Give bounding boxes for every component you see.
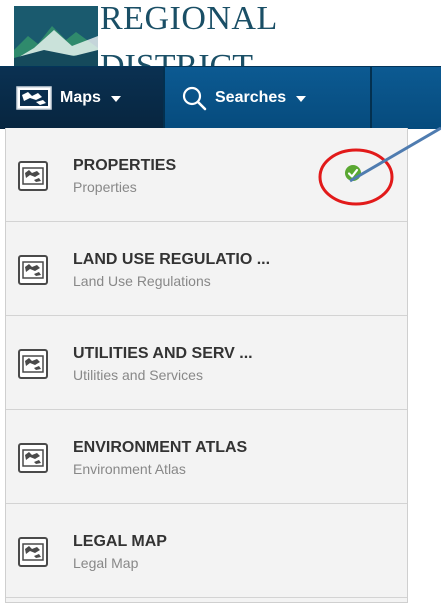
map-subtitle: Properties — [73, 179, 137, 195]
chevron-down-icon — [296, 96, 307, 102]
map-subtitle: Land Use Regulations — [73, 273, 211, 289]
map-title: ENVIRONMENT ATLAS — [73, 439, 248, 456]
maps-menu-button[interactable]: Maps — [0, 67, 163, 129]
map-icon — [18, 255, 48, 285]
map-icon — [18, 161, 48, 191]
map-icon — [18, 443, 48, 473]
chevron-down-icon — [110, 96, 121, 102]
map-subtitle: Environment Atlas — [73, 461, 186, 477]
searches-menu-button[interactable]: Searches — [165, 67, 370, 129]
map-list-item-land-use[interactable]: LAND USE REGULATIO ... Land Use Regulati… — [6, 222, 407, 316]
map-list-item-environment-atlas[interactable]: ENVIRONMENT ATLAS Environment Atlas — [6, 410, 407, 504]
map-subtitle: Legal Map — [73, 555, 139, 571]
logo-title: REGIONAL — [100, 0, 278, 37]
map-icon — [18, 537, 48, 567]
map-title: UTILITIES AND SERV ... — [73, 345, 253, 362]
nav-divider — [370, 67, 372, 129]
logo-subtitle-text: DISTRICT — [100, 50, 253, 67]
map-list-item-legal-map[interactable]: LEGAL MAP Legal Map — [6, 504, 407, 598]
map-subtitle: Utilities and Services — [73, 367, 203, 383]
check-icon — [344, 164, 362, 182]
map-title: LAND USE REGULATIO ... — [73, 251, 271, 268]
map-list-item-utilities[interactable]: UTILITIES AND SERV ... Utilities and Ser… — [6, 316, 407, 410]
maps-menu-label: Maps — [60, 89, 101, 106]
logo-subtitle: DISTRICT — [100, 36, 253, 67]
map-icon — [18, 349, 48, 379]
map-icon — [16, 86, 52, 110]
logo-mountain-icon — [14, 6, 98, 66]
map-list-item-properties[interactable]: PROPERTIES Properties — [6, 128, 407, 222]
search-icon — [181, 85, 207, 111]
map-title: LEGAL MAP — [73, 533, 167, 550]
searches-menu-label: Searches — [215, 89, 287, 106]
maps-dropdown-panel: PROPERTIES Properties LAND USE REGULATIO… — [5, 128, 408, 603]
header: REGIONAL DISTRICT — [0, 0, 441, 66]
main-navbar: Maps Searches — [0, 66, 441, 129]
map-title: PROPERTIES — [73, 157, 177, 174]
